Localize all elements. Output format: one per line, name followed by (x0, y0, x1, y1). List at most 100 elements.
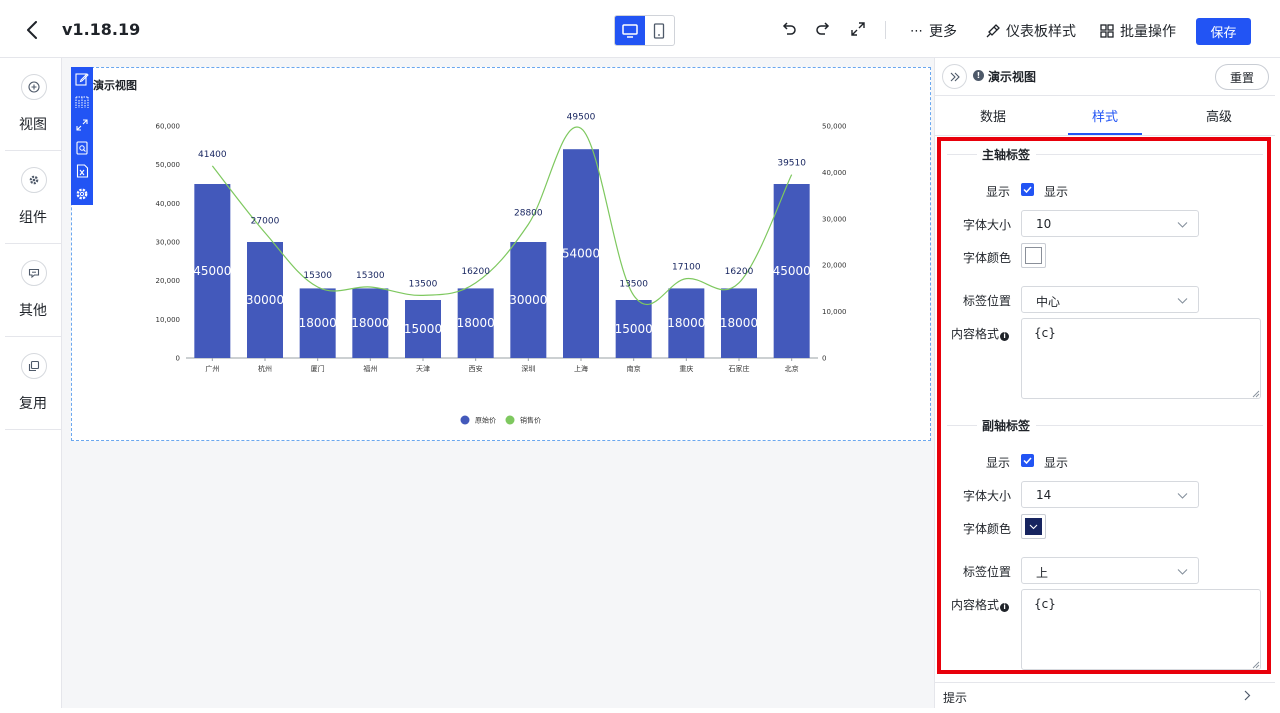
save-button[interactable]: 保存 (1196, 18, 1251, 45)
sidebar-item-other[interactable]: 其他 (5, 244, 61, 337)
settings-button[interactable] (73, 185, 91, 203)
dashboard-style-button[interactable]: 仪表板样式 (985, 21, 1076, 41)
primary-font-size-select[interactable]: 10 (1021, 210, 1199, 237)
collapse-panel-button[interactable] (942, 64, 967, 89)
more-dots-icon: ⋯ (910, 23, 923, 39)
undo-button[interactable] (780, 20, 798, 38)
line-data-label: 16200 (725, 267, 754, 277)
back-button[interactable] (20, 18, 44, 42)
redo-button[interactable] (814, 20, 832, 38)
top-bar: v1.18.19 ⋯ 更多 仪表板样式 批量操作 保存 (0, 0, 1280, 58)
gear-icon (76, 188, 88, 200)
primary-font-color-label: 字体颜色 (963, 251, 1012, 265)
check-icon (1023, 457, 1032, 464)
primary-show-label: 显示 (986, 185, 1011, 199)
y-right-tick-label: 20,000 (822, 262, 847, 270)
left-sidebar: 视图 组件 其他 复用 (5, 58, 62, 708)
secondary-font-size-label: 字体大小 (963, 489, 1012, 503)
bar-data-label: 54000 (562, 247, 600, 261)
batch-operation-button[interactable]: 批量操作 (1100, 21, 1176, 41)
primary-format-input[interactable]: {c} (1021, 318, 1261, 399)
bar-data-label: 18000 (667, 316, 705, 330)
app-title: v1.18.19 (62, 20, 141, 39)
hint-section[interactable]: 提示 (935, 682, 1275, 708)
export-excel-button[interactable] (73, 162, 91, 180)
secondary-font-color-label: 字体颜色 (963, 522, 1012, 536)
y-right-tick-label: 40,000 (822, 169, 847, 177)
drill-button[interactable] (73, 93, 91, 111)
primary-position-select[interactable]: 中心 (1021, 286, 1199, 313)
sidebar-item-component[interactable]: 组件 (5, 151, 61, 244)
brush-icon (986, 23, 1000, 37)
y-right-tick-label: 0 (822, 355, 826, 363)
reset-button[interactable]: 重置 (1215, 64, 1269, 90)
bar-data-label: 30000 (509, 293, 547, 307)
chevron-left-icon (27, 21, 37, 39)
redo-icon (816, 22, 830, 35)
y-right-tick-label: 10,000 (822, 308, 847, 316)
enlarge-button[interactable] (73, 116, 91, 134)
tab-data[interactable]: 数据 (980, 106, 1006, 125)
x-tick-label: 重庆 (679, 364, 693, 373)
label-settings-highlight: 主轴标签 显示 显示 字体大小 10 字体颜色 标签位置 中心 内容格式 i {… (937, 137, 1271, 674)
more-button[interactable]: ⋯ 更多 (910, 21, 957, 41)
view-details-button[interactable] (73, 139, 91, 157)
resize-grip-icon (1252, 661, 1260, 669)
toolbar-divider (885, 21, 886, 39)
panel-title: 演示视图 (988, 70, 1037, 84)
edit-icon (75, 73, 89, 86)
line-data-label: 41400 (198, 150, 227, 160)
message-icon (21, 260, 47, 286)
tab-style[interactable]: 样式 (1092, 106, 1118, 125)
secondary-axis-section-header: 副轴标签 (941, 417, 1267, 433)
y-right-tick-label: 50,000 (822, 123, 847, 131)
secondary-format-input[interactable]: {c} (1021, 589, 1261, 670)
secondary-format-label: 内容格式 i (951, 596, 1010, 613)
line-data-label: 16200 (461, 267, 490, 277)
double-chevron-right-icon (950, 72, 960, 81)
desktop-view-button[interactable] (615, 16, 645, 45)
x-tick-label: 福州 (363, 364, 377, 373)
sidebar-item-label: 视图 (19, 117, 47, 133)
sidebar-item-view[interactable]: 视图 (5, 58, 61, 151)
line-data-label: 28800 (514, 208, 543, 218)
info-icon: ! (973, 70, 984, 81)
secondary-font-color-picker[interactable] (1021, 514, 1046, 539)
chevron-down-icon (1029, 524, 1038, 530)
legend-label: 原始价 (475, 416, 496, 425)
series-line (211, 126, 793, 305)
panel-tabs: 数据 样式 高级 (935, 96, 1275, 136)
undo-icon (782, 22, 796, 35)
fullscreen-button[interactable] (849, 20, 867, 38)
primary-show-checkbox[interactable] (1021, 183, 1034, 196)
primary-format-label: 内容格式 i (951, 325, 1010, 342)
primary-font-color-picker[interactable] (1021, 243, 1046, 268)
bar-data-label: 15000 (615, 322, 653, 336)
x-tick-label: 深圳 (521, 364, 535, 373)
line-data-label: 49500 (567, 112, 596, 122)
secondary-show-checkbox[interactable] (1021, 454, 1034, 467)
legend-marker (460, 415, 470, 425)
secondary-position-label: 标签位置 (963, 565, 1012, 579)
y-left-tick-label: 10,000 (156, 316, 181, 324)
primary-axis-section-header: 主轴标签 (941, 146, 1267, 162)
secondary-font-size-select[interactable]: 14 (1021, 481, 1199, 508)
copy-icon (21, 353, 47, 379)
tab-advanced[interactable]: 高级 (1206, 106, 1232, 125)
info-icon: i (1000, 603, 1010, 612)
x-tick-label: 厦门 (311, 364, 325, 373)
secondary-position-select[interactable]: 上 (1021, 557, 1199, 584)
mobile-view-button[interactable] (645, 16, 675, 45)
y-left-tick-label: 50,000 (156, 161, 181, 169)
bar-data-label: 18000 (351, 316, 389, 330)
edit-button[interactable] (73, 70, 91, 88)
y-left-tick-label: 60,000 (156, 123, 181, 131)
bar-data-label: 30000 (246, 293, 284, 307)
secondary-show-checkbox-label: 显示 (1044, 456, 1069, 470)
sidebar-item-reuse[interactable]: 复用 (5, 337, 61, 430)
sidebar-item-label: 复用 (19, 396, 47, 412)
chevron-right-icon (1244, 690, 1251, 701)
active-tab-indicator (1068, 133, 1142, 135)
y-left-tick-label: 40,000 (156, 200, 181, 208)
info-icon: i (1000, 332, 1010, 341)
